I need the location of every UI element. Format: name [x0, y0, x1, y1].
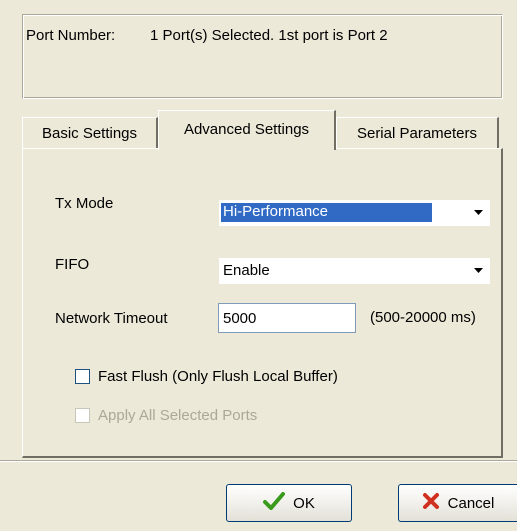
tab-basic-settings[interactable]: Basic Settings [22, 117, 158, 148]
checkbox-icon[interactable] [75, 369, 90, 384]
x-icon [422, 492, 440, 514]
dropdown-arrow-icon[interactable] [467, 259, 489, 281]
ok-button-label: OK [293, 494, 315, 512]
ok-button[interactable]: OK [226, 484, 352, 522]
cancel-button-label: Cancel [447, 494, 495, 512]
fifo-select[interactable]: Enable [219, 258, 490, 284]
port-number-value: 1 Port(s) Selected. 1st port is Port 2 [150, 27, 388, 44]
apply-all-ports-checkbox: Apply All Selected Ports [75, 407, 257, 424]
fast-flush-label: Fast Flush (Only Flush Local Buffer) [98, 368, 338, 385]
fifo-value: Enable [223, 262, 270, 279]
network-timeout-input[interactable] [218, 303, 356, 333]
tx-mode-value: Hi-Performance [221, 203, 432, 222]
fast-flush-checkbox[interactable]: Fast Flush (Only Flush Local Buffer) [75, 368, 338, 385]
checkbox-icon [75, 408, 90, 423]
check-icon [263, 492, 286, 514]
tab-advanced-settings[interactable]: Advanced Settings [158, 110, 336, 150]
network-timeout-range: (500-20000 ms) [370, 309, 476, 326]
tab-serial-parameters[interactable]: Serial Parameters [336, 117, 499, 148]
fifo-label: FIFO [55, 256, 90, 273]
dropdown-arrow-icon[interactable] [467, 201, 489, 223]
cancel-button[interactable]: Cancel [398, 484, 517, 522]
port-number-label: Port Number: [26, 27, 116, 44]
network-timeout-label: Network Timeout [55, 310, 168, 327]
tx-mode-label: Tx Mode [55, 195, 114, 212]
divider [0, 460, 517, 462]
tx-mode-select[interactable]: Hi-Performance [219, 200, 490, 226]
advanced-settings-panel: Tx Mode Hi-Performance FIFO Enable Netwo… [22, 148, 503, 458]
apply-all-ports-label: Apply All Selected Ports [98, 407, 258, 424]
